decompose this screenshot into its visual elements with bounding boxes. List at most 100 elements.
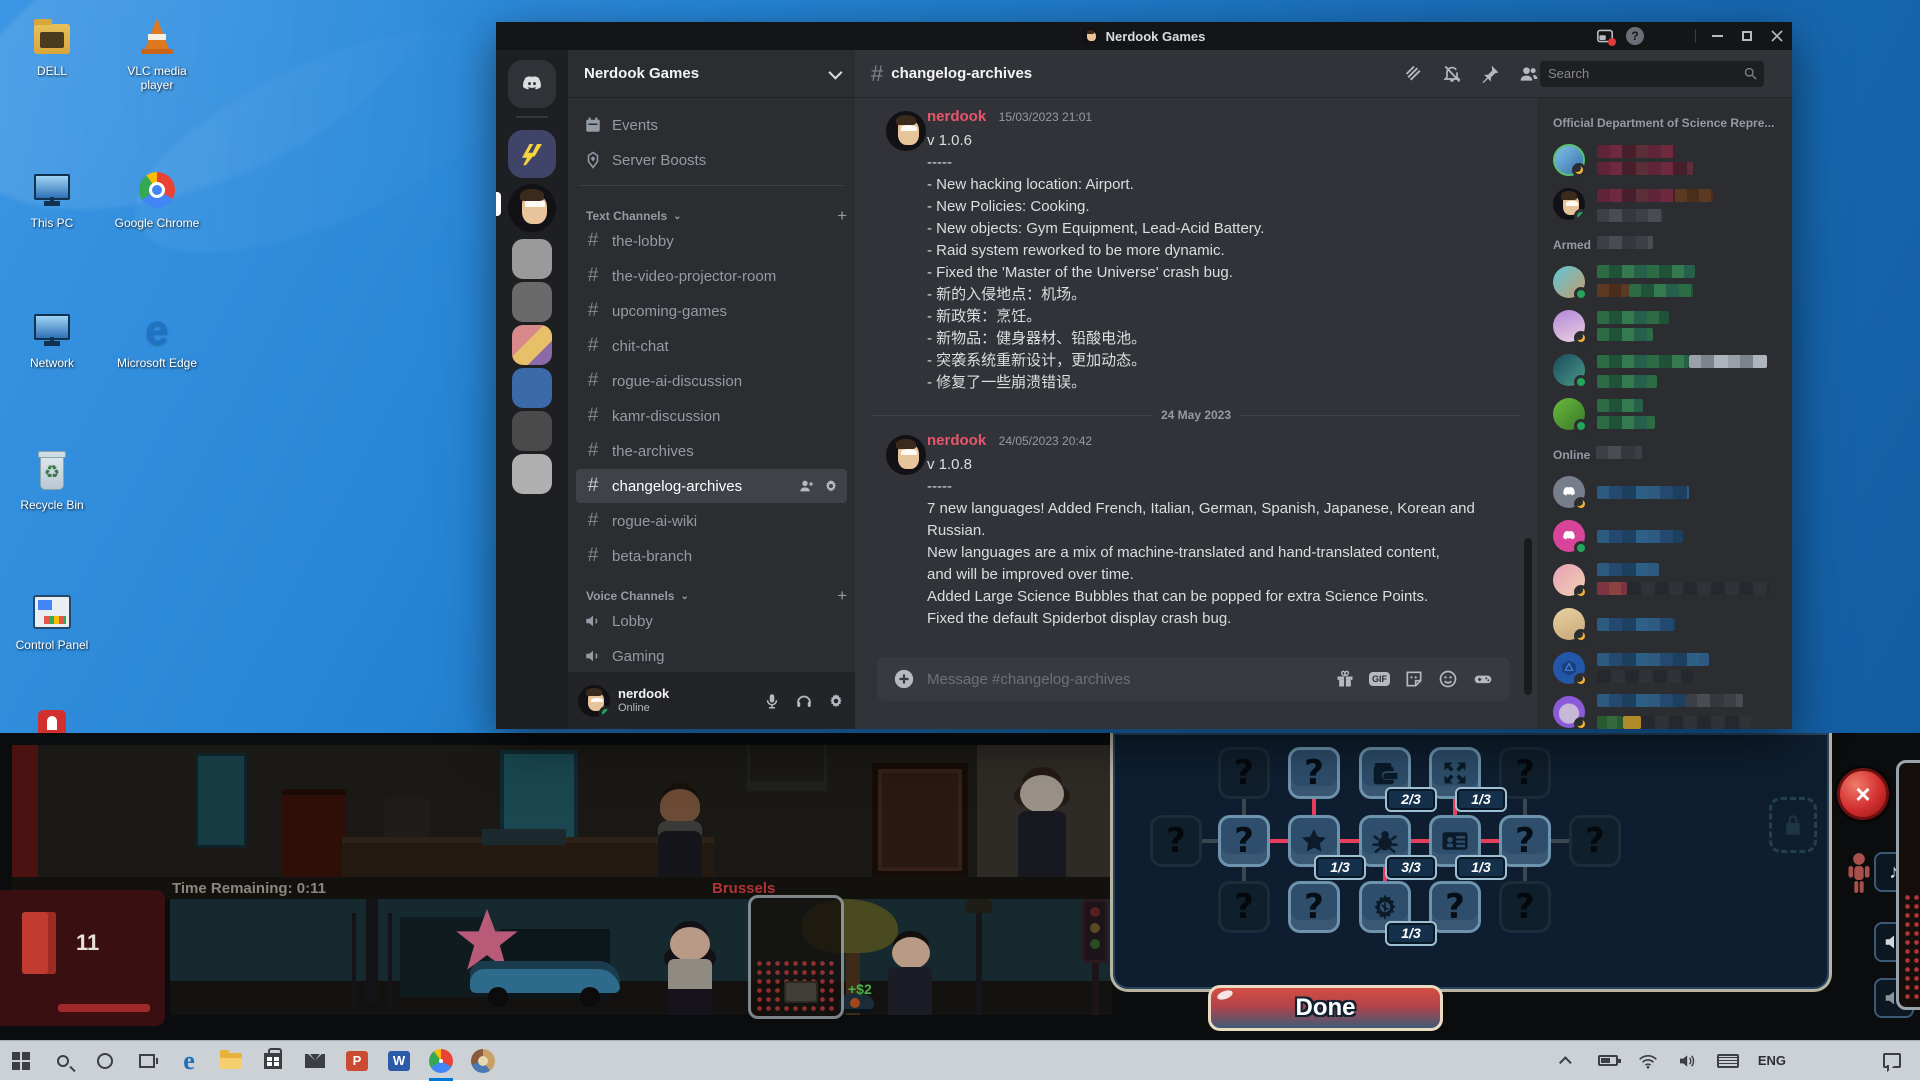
taskbar-file-explorer[interactable]	[210, 1041, 252, 1081]
voice-channel-gaming[interactable]: Gaming	[576, 639, 847, 673]
gift-icon[interactable]	[1335, 669, 1355, 689]
server-icon-censored[interactable]	[512, 325, 552, 365]
desktop-icon-control-panel[interactable]: Control Panel	[6, 590, 98, 652]
pinned-messages-icon[interactable]	[1480, 64, 1500, 84]
tech-node-unknown[interactable]: ?	[1218, 881, 1270, 933]
emoji-icon[interactable]	[1438, 669, 1458, 689]
text-channels-header[interactable]: Text Channels ⌄ +	[568, 194, 855, 224]
microphone-icon[interactable]	[763, 692, 781, 710]
tech-node-unknown[interactable]: ?	[1150, 815, 1202, 867]
member-row[interactable]	[1553, 558, 1784, 602]
server-icon-censored[interactable]	[512, 411, 552, 451]
desktop-icon-network[interactable]: Network	[6, 308, 98, 370]
close-button[interactable]	[1762, 22, 1792, 50]
taskbar-edge[interactable]: e	[168, 1041, 210, 1081]
invite-person-icon[interactable]	[799, 478, 815, 494]
member-row[interactable]	[1553, 348, 1784, 392]
member-row[interactable]	[1553, 138, 1784, 182]
channel-kamr-discussion[interactable]: #kamr-discussion	[576, 399, 847, 433]
server-header[interactable]: Nerdook Games	[568, 50, 855, 98]
chat-scrollbar[interactable]	[1524, 538, 1532, 695]
help-icon[interactable]: ?	[1620, 22, 1650, 50]
taskbar-mail[interactable]	[294, 1041, 336, 1081]
message-avatar[interactable]	[886, 435, 926, 475]
tech-node-unknown[interactable]: ?	[1499, 881, 1551, 933]
channel-changelog-archives[interactable]: # changelog-archives	[576, 469, 847, 503]
tech-node-unknown[interactable]: ?	[1569, 815, 1621, 867]
member-row[interactable]	[1553, 690, 1784, 729]
user-avatar[interactable]	[578, 685, 610, 717]
taskbar-game[interactable]	[462, 1041, 504, 1081]
server-icon-censored[interactable]	[512, 239, 552, 279]
desktop-icon-edge[interactable]: e Microsoft Edge	[111, 308, 203, 370]
attach-plus-icon[interactable]	[893, 668, 915, 690]
task-view-button[interactable]	[126, 1041, 168, 1081]
channel-the-video-projector-room[interactable]: #the-video-projector-room	[576, 259, 847, 293]
taskbar-word[interactable]: W	[378, 1041, 420, 1081]
member-row[interactable]	[1553, 392, 1784, 436]
message-author[interactable]: nerdook	[927, 432, 986, 449]
threads-icon[interactable]	[1404, 64, 1424, 84]
sticker-icon[interactable]	[1404, 669, 1424, 689]
server-icon-censored[interactable]	[512, 454, 552, 494]
server-icon-r[interactable]	[508, 130, 556, 178]
channel-the-archives[interactable]: #the-archives	[576, 434, 847, 468]
voice-channels-header[interactable]: Voice Channels ⌄ +	[568, 574, 855, 604]
taskbar-store[interactable]	[252, 1041, 294, 1081]
member-row[interactable]	[1553, 514, 1784, 558]
channel-chit-chat[interactable]: #chit-chat	[576, 329, 847, 363]
tray-battery[interactable]	[1590, 1041, 1626, 1081]
channel-rogue-ai-wiki[interactable]: #rogue-ai-wiki	[576, 504, 847, 538]
composer-placeholder[interactable]: Message #changelog-archives	[927, 671, 1323, 688]
desktop-icon-dell[interactable]: DELL	[6, 16, 98, 78]
server-icon-censored[interactable]	[512, 368, 552, 408]
start-button[interactable]	[0, 1041, 42, 1081]
user-info[interactable]: nerdook Online	[618, 687, 669, 715]
tray-chevron-up[interactable]	[1550, 1041, 1586, 1081]
sidebar-item-server-boosts[interactable]: Server Boosts	[576, 143, 847, 177]
settings-gear-icon[interactable]	[827, 692, 845, 710]
tech-node-locked[interactable]	[1769, 797, 1817, 853]
channel-beta-branch[interactable]: #beta-branch	[576, 539, 847, 573]
member-row[interactable]	[1553, 470, 1784, 514]
member-row[interactable]	[1553, 646, 1784, 690]
cortana-button[interactable]	[84, 1041, 126, 1081]
headphones-icon[interactable]	[795, 692, 813, 710]
create-channel-icon[interactable]: +	[837, 206, 847, 226]
minimize-button[interactable]	[1702, 22, 1732, 50]
close-dialog-button[interactable]: ×	[1837, 768, 1889, 820]
notifications-off-icon[interactable]	[1442, 64, 1462, 84]
done-button[interactable]: Done	[1208, 985, 1443, 1031]
tech-node-unknown[interactable]: ?	[1218, 815, 1270, 867]
tray-wifi[interactable]	[1630, 1041, 1666, 1081]
desktop-icon-this-pc[interactable]: This PC	[6, 168, 98, 230]
message-avatar[interactable]	[886, 111, 926, 151]
desktop-icon-recycle-bin[interactable]: Recycle Bin	[6, 450, 98, 512]
channel-rogue-ai-discussion[interactable]: #rogue-ai-discussion	[576, 364, 847, 398]
tech-node-unknown[interactable]: ?	[1288, 881, 1340, 933]
server-icon-censored[interactable]	[512, 282, 552, 322]
taskbar-powerpoint[interactable]: P	[336, 1041, 378, 1081]
channel-upcoming-games[interactable]: #upcoming-games	[576, 294, 847, 328]
discord-home-button[interactable]	[508, 60, 556, 108]
message-composer[interactable]: Message #changelog-archives GIF	[877, 657, 1510, 701]
message-author[interactable]: nerdook	[927, 108, 986, 125]
minion-icon[interactable]	[1845, 851, 1873, 895]
channel-the-lobby[interactable]: #the-lobby	[576, 224, 847, 258]
language-indicator[interactable]: ENG	[1750, 1053, 1794, 1068]
search-input[interactable]: Search	[1540, 61, 1764, 87]
game-controller-icon[interactable]	[1472, 669, 1494, 689]
policies-hud[interactable]: 11	[0, 890, 165, 1026]
member-list-icon[interactable]	[1518, 64, 1540, 84]
desktop-icon-vlc[interactable]: VLC media player	[111, 16, 203, 92]
action-center-button[interactable]	[1874, 1041, 1910, 1081]
tray-volume[interactable]	[1670, 1041, 1706, 1081]
taskbar-search-button[interactable]	[42, 1041, 84, 1081]
maximize-button[interactable]	[1732, 22, 1762, 50]
sidebar-item-events[interactable]: Events	[576, 108, 847, 142]
taskbar-chrome[interactable]	[420, 1041, 462, 1081]
create-channel-icon[interactable]: +	[837, 586, 847, 606]
voice-channel-lobby[interactable]: Lobby	[576, 604, 847, 638]
member-row[interactable]	[1553, 260, 1784, 304]
desktop-icon-chrome[interactable]: Google Chrome	[111, 168, 203, 230]
